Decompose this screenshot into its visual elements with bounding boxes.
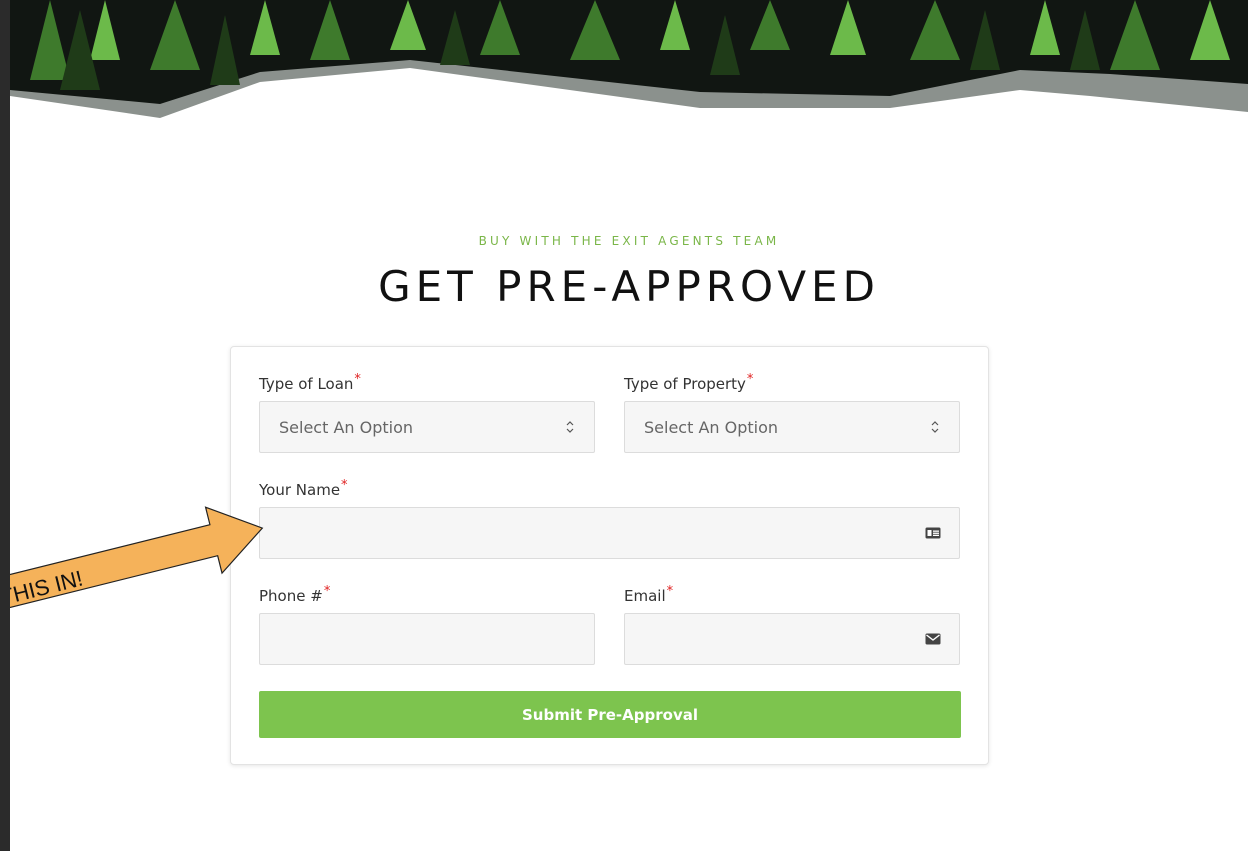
annotation-arrow: THIS IN!: [10, 506, 264, 608]
section-eyebrow: BUY WITH THE EXIT AGENTS TEAM: [478, 234, 780, 248]
name-label: Your Name*: [259, 478, 348, 499]
loan-type-select[interactable]: Select An Option: [259, 401, 595, 453]
required-marker: *: [746, 372, 754, 387]
forest-banner: [10, 0, 1248, 120]
email-label-text: Email: [624, 587, 666, 605]
property-type-label-text: Type of Property: [624, 375, 746, 393]
required-marker: *: [341, 478, 348, 493]
loan-type-label: Type of Loan*: [259, 372, 361, 393]
select-arrows-icon: [931, 421, 939, 433]
property-type-label: Type of Property*: [624, 372, 754, 393]
submit-pre-approval-button[interactable]: Submit Pre-Approval: [259, 691, 961, 738]
property-type-select-value: Select An Option: [644, 418, 779, 437]
id-card-icon: [925, 527, 941, 539]
required-marker: *: [354, 372, 361, 387]
name-label-text: Your Name: [259, 481, 341, 499]
email-input[interactable]: [624, 613, 960, 665]
pre-approval-form: Type of Loan* Select An Option Type of P…: [230, 346, 989, 765]
page-title: GET PRE-APPROVED: [378, 262, 880, 311]
required-marker: *: [666, 584, 674, 599]
loan-type-label-text: Type of Loan: [259, 375, 354, 393]
property-type-select[interactable]: Select An Option: [624, 401, 960, 453]
required-marker: *: [323, 584, 331, 599]
page: BUY WITH THE EXIT AGENTS TEAM GET PRE-AP…: [10, 0, 1248, 851]
email-label: Email*: [624, 584, 674, 605]
name-input[interactable]: [259, 507, 960, 559]
phone-input[interactable]: [259, 613, 595, 665]
loan-type-select-value: Select An Option: [279, 418, 414, 437]
envelope-icon: [925, 633, 941, 645]
select-arrows-icon: [566, 421, 574, 433]
